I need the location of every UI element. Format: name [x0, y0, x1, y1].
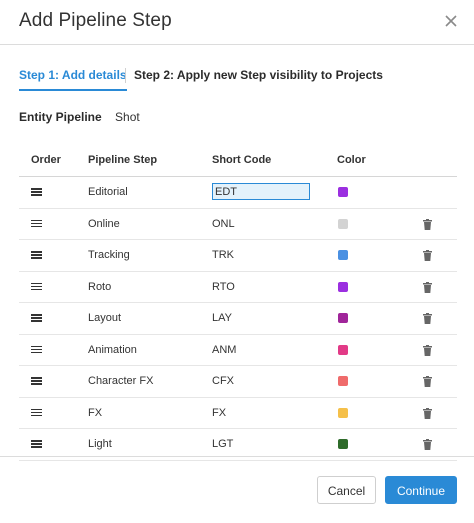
short-code: ANM — [212, 343, 237, 356]
short-code: TRK — [212, 249, 234, 261]
drag-handle-icon[interactable] — [31, 345, 42, 355]
table-row: Layout LAY — [19, 303, 457, 335]
trash-icon[interactable] — [423, 218, 432, 230]
step-name: Roto — [88, 280, 112, 293]
table-row: Online ONL — [19, 209, 457, 240]
table-header: Order Pipeline Step Short Code Color — [19, 146, 457, 177]
color-swatch[interactable] — [338, 344, 348, 355]
table-row: Character FX CFX — [19, 366, 457, 398]
color-swatch[interactable] — [338, 218, 348, 229]
step-name: Animation — [88, 343, 137, 356]
table-row: Animation ANM — [19, 335, 457, 366]
tab-step-2[interactable]: Step 2: Apply new Step visibility to Pro… — [134, 68, 383, 82]
step-name: Editorial — [88, 186, 128, 198]
step-name: Tracking — [88, 249, 130, 261]
table-row: Tracking TRK — [19, 240, 457, 272]
trash-icon[interactable] — [423, 407, 432, 419]
drag-handle-icon[interactable] — [31, 251, 42, 260]
short-code: FX — [212, 406, 227, 419]
step-name: Online — [88, 217, 120, 230]
drag-handle-icon[interactable] — [31, 282, 42, 292]
table-row: FX FX — [19, 398, 457, 429]
short-code: ONL — [212, 217, 235, 230]
entity-pipeline-value: Shot — [115, 110, 140, 124]
trash-icon[interactable] — [423, 313, 432, 324]
trash-icon[interactable] — [423, 376, 432, 387]
short-code: CFX — [212, 375, 234, 387]
color-swatch[interactable] — [338, 281, 348, 292]
step-name: Layout — [88, 312, 122, 324]
drag-handle-icon[interactable] — [31, 314, 42, 323]
table-row: Roto RTO — [19, 272, 457, 303]
drag-handle-icon[interactable] — [31, 188, 42, 197]
close-icon[interactable] — [442, 12, 460, 30]
step-name: FX — [88, 406, 103, 419]
step-name: Light — [88, 438, 112, 450]
trash-icon[interactable] — [423, 250, 432, 261]
entity-pipeline-label: Entity Pipeline — [19, 110, 102, 124]
drag-handle-icon[interactable] — [31, 408, 42, 418]
step-divider — [125, 68, 126, 83]
dialog-header: Add Pipeline Step — [0, 0, 474, 45]
table-body: Editorial Online ONL Tracking TRK Roto RTO Layo… — [19, 177, 457, 461]
trash-icon[interactable] — [423, 439, 432, 450]
drag-handle-icon[interactable] — [31, 219, 42, 229]
header-order: Order — [31, 154, 61, 166]
color-swatch[interactable] — [338, 376, 348, 386]
header-pipeline-step: Pipeline Step — [88, 154, 158, 166]
dialog-footer: Cancel Continue — [0, 456, 474, 523]
dialog-title: Add Pipeline Step — [19, 10, 172, 31]
entity-pipeline: Entity Pipeline Shot — [19, 110, 140, 124]
header-short-code: Short Code — [212, 154, 272, 166]
step-name: Character FX — [88, 375, 154, 387]
continue-button[interactable]: Continue — [385, 476, 457, 504]
short-code: LAY — [212, 312, 232, 324]
drag-handle-icon[interactable] — [31, 377, 42, 386]
color-swatch[interactable] — [338, 313, 348, 323]
tab-step-1[interactable]: Step 1: Add details — [19, 68, 127, 91]
cancel-button[interactable]: Cancel — [317, 476, 376, 504]
table-row: Editorial — [19, 177, 457, 209]
short-code-input[interactable] — [212, 183, 310, 200]
color-swatch[interactable] — [338, 250, 348, 260]
header-color: Color — [337, 154, 366, 166]
short-code: LGT — [212, 438, 234, 450]
color-swatch[interactable] — [338, 439, 348, 449]
trash-icon[interactable] — [423, 344, 432, 356]
color-swatch[interactable] — [338, 407, 348, 418]
trash-icon[interactable] — [423, 281, 432, 293]
short-code: RTO — [212, 280, 235, 293]
color-swatch[interactable] — [338, 187, 348, 197]
drag-handle-icon[interactable] — [31, 440, 42, 449]
pipeline-steps-table: Order Pipeline Step Short Code Color Edi… — [19, 146, 457, 461]
step-tabs: Step 1: Add details Step 2: Apply new St… — [19, 68, 459, 94]
